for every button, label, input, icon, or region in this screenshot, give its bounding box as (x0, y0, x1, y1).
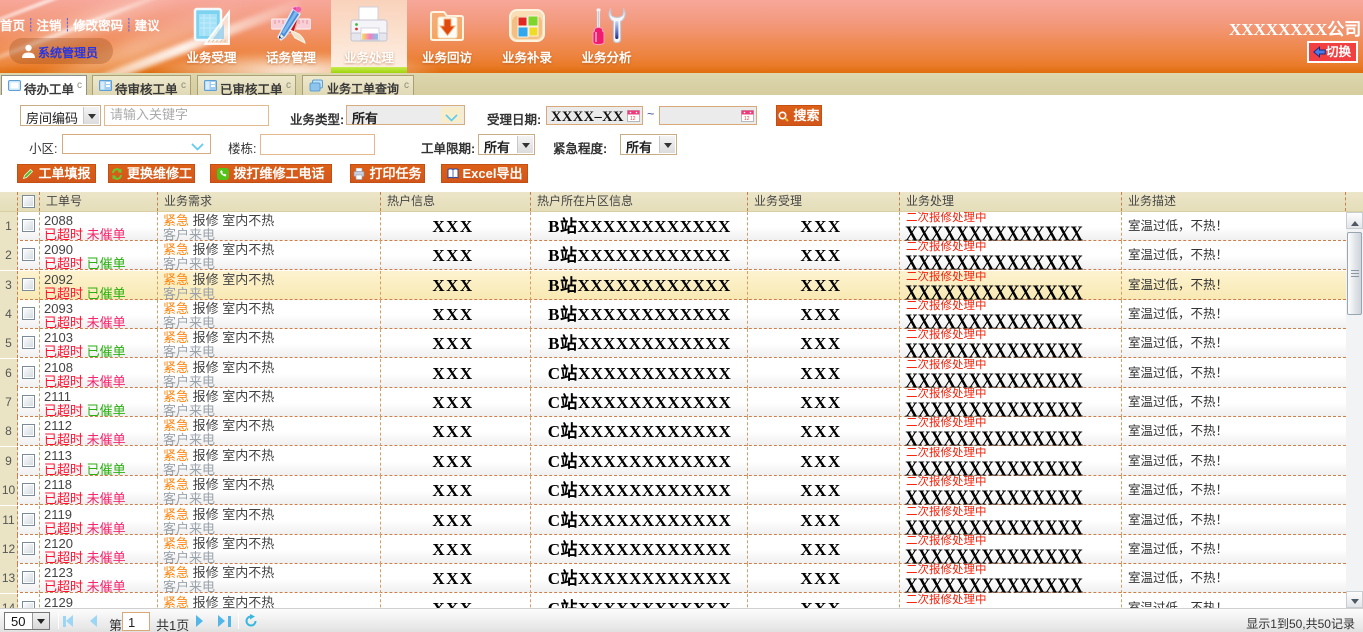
svg-text:12: 12 (630, 116, 636, 122)
svg-text:12: 12 (744, 116, 750, 122)
